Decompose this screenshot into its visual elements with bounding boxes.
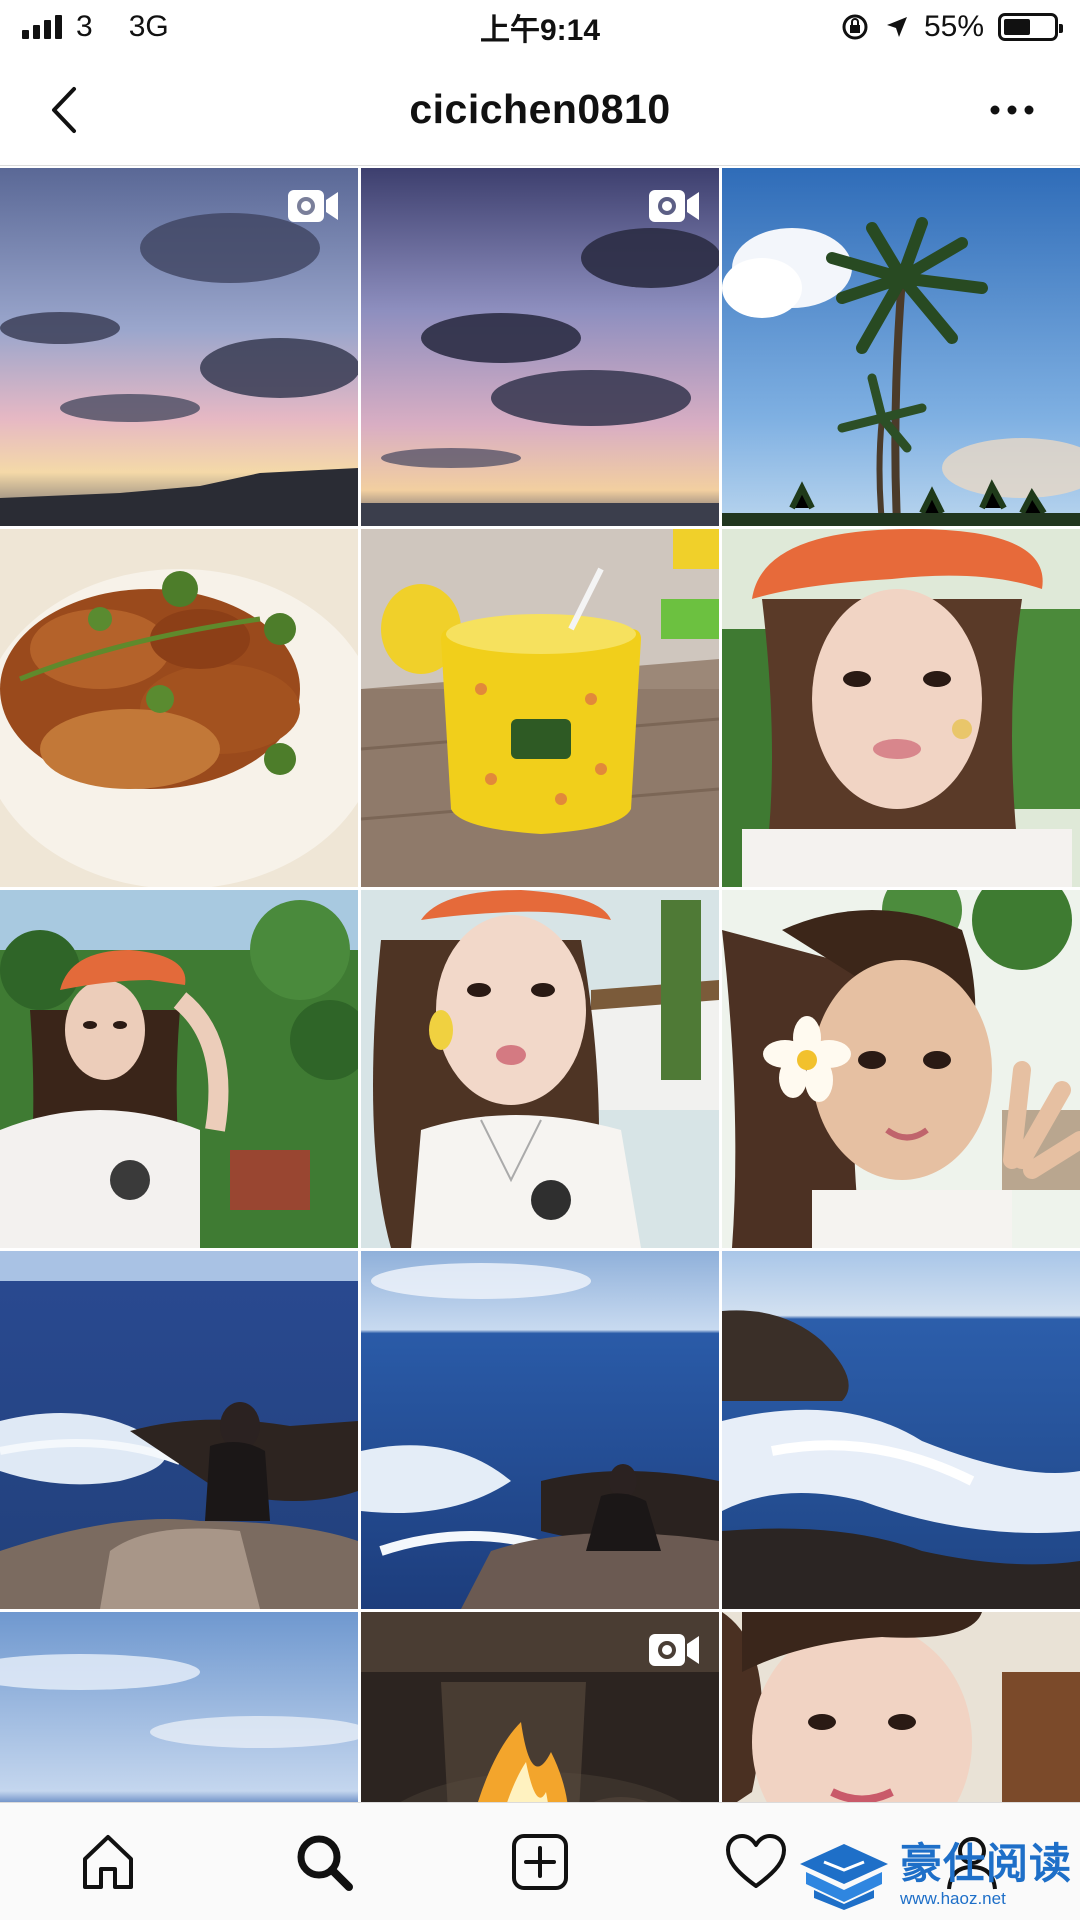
home-icon [83,1834,133,1889]
watermark-title: 豪仕阅读 [899,1840,1072,1887]
book-logo-icon [799,1844,888,1910]
woman-garden-image [0,890,358,1248]
rotation-lock-icon [842,14,868,40]
selfie-shaved-ice-image [722,1612,1080,1802]
status-right: 55% [840,10,1063,44]
post-thumbnail[interactable] [0,168,358,526]
battery-percent: 55% [923,10,984,43]
more-dots-icon [990,105,1034,115]
pineapple-cup-image [361,529,719,887]
status-bar: 3 3G 上午9:14 55% [0,0,1080,54]
tab-activity[interactable] [716,1822,796,1902]
tab-new-post[interactable] [500,1822,580,1902]
post-thumbnail[interactable] [722,529,1080,887]
tab-search[interactable] [284,1822,364,1902]
network-type: 3G [128,10,169,43]
add-post-icon [512,1833,568,1890]
post-thumbnail[interactable] [722,1251,1080,1609]
woman-on-rocks-image [0,1251,358,1609]
page-title: cicichen0810 [409,86,671,132]
video-camera-icon [649,190,699,222]
post-thumbnail[interactable] [722,1612,1080,1802]
tab-home[interactable] [68,1822,148,1902]
post-thumbnail[interactable] [722,890,1080,1248]
post-thumbnail[interactable] [361,1251,719,1609]
post-thumbnail[interactable] [722,168,1080,526]
post-thumbnail[interactable] [361,168,719,526]
post-grid [0,168,1080,1802]
woman-ocean-waves-image [361,1251,719,1609]
profile-header: cicichen0810 [0,54,1080,166]
signal-strength-icon [22,15,62,39]
status-left: 3 3G [22,10,169,44]
post-thumbnail[interactable] [361,890,719,1248]
post-thumbnail[interactable] [361,1612,719,1802]
watermark-text: 豪仕阅读 www.haoz.net [900,1843,1072,1909]
search-icon [297,1835,353,1891]
battery-icon [998,13,1063,41]
back-button[interactable] [38,78,88,142]
post-thumbnail[interactable] [0,1251,358,1609]
watermark-url: www.haoz.net [899,1889,1006,1908]
ocean-horizon-image [0,1612,358,1802]
carrier-label: 3 [76,10,93,43]
post-thumbnail[interactable] [0,890,358,1248]
selfie-white-shirt-image [361,890,719,1248]
chevron-left-icon [52,87,76,133]
palm-trees-image [722,168,1080,526]
selfie-flower-image [722,890,1080,1248]
location-icon [886,17,907,37]
fried-shrimp-image [0,529,358,887]
post-thumbnail[interactable] [0,529,358,887]
video-camera-icon [649,1634,699,1666]
video-camera-icon [288,190,338,222]
more-options-button[interactable] [982,84,1042,136]
cliff-ocean-image [722,1251,1080,1609]
post-thumbnail[interactable] [361,529,719,887]
battery-level [1004,19,1031,35]
selfie-orange-cap-image [722,529,1080,887]
post-thumbnail[interactable] [0,1612,358,1802]
watermark: 豪仕阅读 www.haoz.net [796,1840,1072,1912]
heart-icon [726,1833,786,1888]
